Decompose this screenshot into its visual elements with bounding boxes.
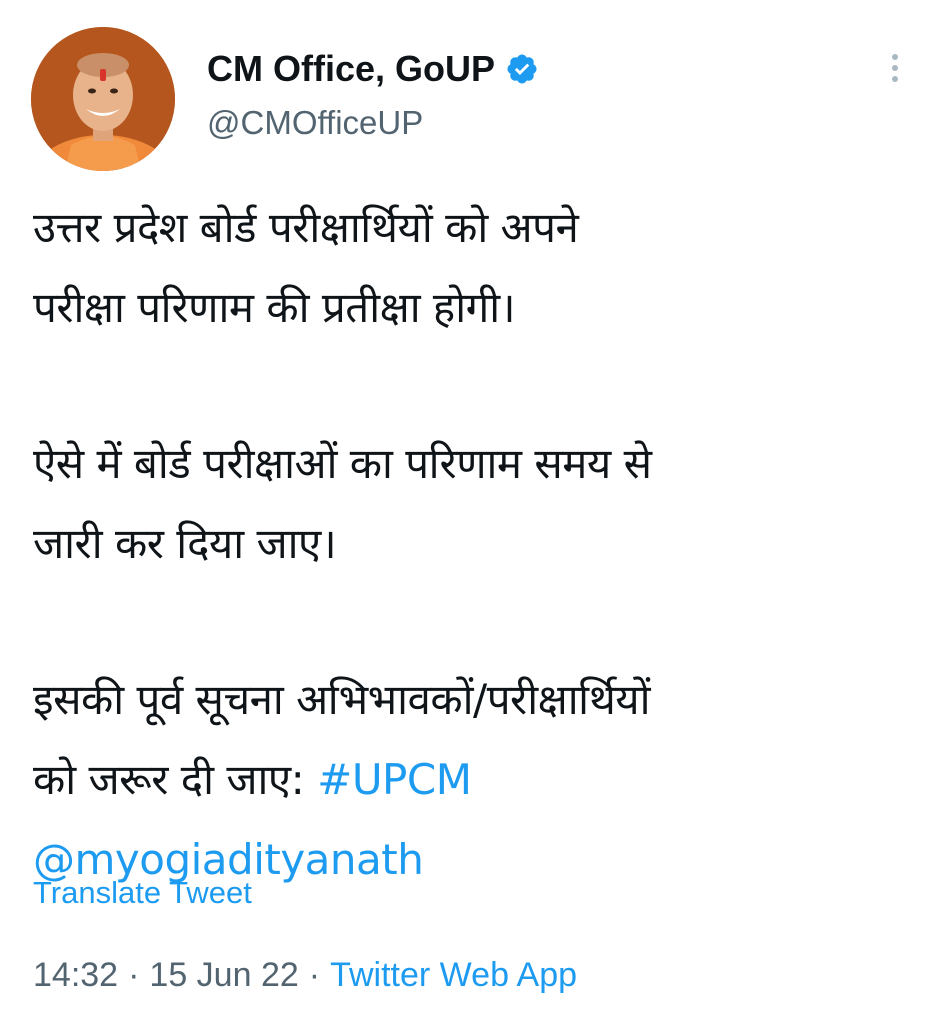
author-name[interactable]: CM Office, GoUP: [207, 48, 495, 90]
verified-badge-icon: [505, 52, 539, 86]
more-dot: [892, 65, 898, 71]
tweet-text: उत्तर प्रदेश बोर्ड परीक्षार्थियों को अपन…: [33, 188, 903, 900]
hashtag-link[interactable]: #UPCM: [317, 755, 472, 804]
tweet-line: इसकी पूर्व सूचना अभिभावकों/परीक्षार्थियो…: [33, 675, 651, 724]
avatar-image: [31, 27, 175, 171]
tweet-line-text: को जरूर दी जाए:: [33, 755, 318, 804]
meta-separator: ·: [128, 956, 140, 994]
tweet-line: जारी कर दिया जाए।: [33, 519, 337, 568]
tweet-time[interactable]: 14:32: [33, 956, 118, 994]
tweet-line: उत्तर प्रदेश बोर्ड परीक्षार्थियों को अपन…: [33, 203, 579, 252]
author-name-row: CM Office, GoUP: [207, 46, 539, 92]
tweet-source-link[interactable]: Twitter Web App: [330, 956, 577, 994]
more-dot: [892, 54, 898, 60]
tweet-card: CM Office, GoUP @CMOfficeUP उत्तर प्रदेश…: [0, 0, 925, 1024]
author-handle[interactable]: @CMOfficeUP: [207, 104, 423, 142]
tweet-date[interactable]: 15 Jun 22: [149, 956, 298, 994]
tweet-line-with-hashtag: को जरूर दी जाए: #UPCM: [33, 740, 903, 820]
tweet-meta: 14:32 · 15 Jun 22 · Twitter Web App: [33, 956, 577, 995]
tweet-line: परीक्षा परिणाम की प्रतीक्षा होगी।: [33, 283, 516, 332]
translate-tweet-link[interactable]: Translate Tweet: [33, 875, 252, 911]
meta-separator: ·: [308, 956, 321, 994]
more-dot: [892, 76, 898, 82]
more-options-icon[interactable]: [878, 46, 912, 90]
tweet-line: ऐसे में बोर्ड परीक्षाओं का परिणाम समय से: [33, 439, 652, 488]
avatar[interactable]: [31, 27, 175, 171]
